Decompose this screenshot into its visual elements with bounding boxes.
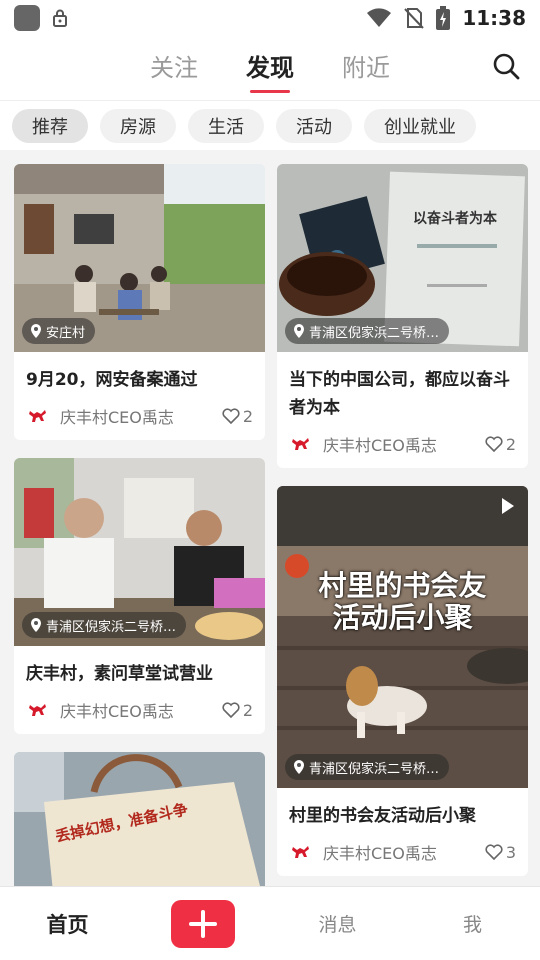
post-card[interactable]: 安庄村 9月20，网安备案通过 庆丰村CEO禹志 2 bbox=[14, 164, 265, 440]
location-tag: 青浦区倪家浜二号桥… bbox=[22, 612, 187, 638]
chip-housing[interactable]: 房源 bbox=[100, 108, 176, 143]
status-bar: 11:38 bbox=[0, 0, 540, 36]
search-icon[interactable] bbox=[492, 52, 520, 80]
plus-icon[interactable] bbox=[170, 899, 235, 948]
chip-recommended[interactable]: 推荐 bbox=[12, 108, 88, 143]
like-count-value: 2 bbox=[242, 406, 253, 426]
author-ant-icon bbox=[292, 438, 309, 450]
post-title: 9月20，网安备案通过 bbox=[26, 370, 198, 390]
location-pin-icon bbox=[294, 324, 304, 338]
post-card[interactable]: 村里的书会友 活动后小聚 青浦区倪家浜二号桥… 村里的书会友活动后小聚 庆丰村C… bbox=[277, 486, 528, 876]
no-sim-icon bbox=[404, 8, 425, 29]
nav-me[interactable]: 我 bbox=[405, 910, 540, 937]
location-tag: 安庄村 bbox=[22, 318, 96, 344]
tab-discover[interactable]: 发现 bbox=[246, 48, 294, 93]
post-meta: 庆丰村CEO禹志 2 bbox=[277, 422, 528, 468]
chip-jobs[interactable]: 创业就业 bbox=[364, 108, 476, 143]
author-name[interactable]: 庆丰村CEO禹志 bbox=[323, 840, 485, 864]
feed[interactable]: 安庄村 9月20，网安备案通过 庆丰村CEO禹志 2 以奋斗者为本 青浦区倪家浜… bbox=[0, 150, 540, 886]
app-notification-icon bbox=[14, 5, 40, 31]
author-ant-icon bbox=[29, 410, 46, 422]
wifi-icon bbox=[367, 8, 392, 27]
chip-events[interactable]: 活动 bbox=[276, 108, 352, 143]
heart-icon bbox=[222, 702, 240, 718]
nav-home[interactable]: 首页 bbox=[0, 909, 135, 939]
post-image: 安庄村 bbox=[14, 164, 265, 352]
heart-icon bbox=[485, 844, 503, 860]
location-label: 青浦区倪家浜二号桥… bbox=[46, 619, 177, 635]
post-meta: 庆丰村CEO禹志 2 bbox=[14, 688, 265, 734]
post-meta: 庆丰村CEO禹志 2 bbox=[14, 394, 265, 440]
like-count-value: 3 bbox=[505, 842, 516, 862]
like-count[interactable]: 2 bbox=[485, 435, 516, 454]
video-overlay-title-line1: 村里的书会友 bbox=[318, 569, 487, 602]
video-overlay-title-line2: 活动后小聚 bbox=[332, 601, 473, 634]
nav-create[interactable] bbox=[135, 899, 270, 948]
location-tag: 青浦区倪家浜二号桥… bbox=[285, 318, 450, 344]
post-image: 以奋斗者为本 青浦区倪家浜二号桥… bbox=[277, 164, 528, 352]
lock-icon bbox=[53, 9, 67, 27]
heart-icon bbox=[222, 408, 240, 424]
author-name[interactable]: 庆丰村CEO禹志 bbox=[323, 432, 485, 456]
post-title: 当下的中国公司，都应以奋斗者为本 bbox=[289, 370, 510, 418]
book-title-text: 以奋斗者为本 bbox=[413, 211, 497, 227]
post-image: 青浦区倪家浜二号桥… bbox=[14, 458, 265, 646]
post-title: 庆丰村，素问草堂试营业 bbox=[26, 664, 213, 684]
top-tabs: 关注 发现 附近 bbox=[0, 48, 540, 93]
location-pin-icon bbox=[31, 324, 41, 338]
video-play-icon bbox=[502, 498, 514, 514]
status-time: 11:38 bbox=[462, 6, 526, 30]
post-title: 村里的书会友活动后小聚 bbox=[289, 806, 476, 826]
location-tag: 青浦区倪家浜二号桥… bbox=[285, 754, 450, 780]
heart-icon bbox=[485, 436, 503, 452]
post-video-thumbnail: 村里的书会友 活动后小聚 青浦区倪家浜二号桥… bbox=[277, 486, 528, 788]
battery-charging-icon bbox=[436, 6, 451, 30]
location-label: 青浦区倪家浜二号桥… bbox=[309, 761, 440, 777]
nav-messages[interactable]: 消息 bbox=[270, 910, 405, 937]
chip-life[interactable]: 生活 bbox=[188, 108, 264, 143]
post-card[interactable]: 丢掉幻想，准备斗争 bbox=[14, 752, 265, 886]
author-name[interactable]: 庆丰村CEO禹志 bbox=[60, 404, 222, 428]
location-pin-icon bbox=[31, 618, 41, 632]
like-count[interactable]: 2 bbox=[222, 407, 253, 426]
author-name[interactable]: 庆丰村CEO禹志 bbox=[60, 698, 222, 722]
bottom-nav: 首页 消息 我 bbox=[0, 886, 540, 960]
author-ant-icon bbox=[292, 846, 309, 858]
location-label: 安庄村 bbox=[46, 325, 86, 341]
top-nav: 关注 发现 附近 bbox=[0, 36, 540, 100]
like-count[interactable]: 2 bbox=[222, 701, 253, 720]
tab-nearby[interactable]: 附近 bbox=[342, 48, 390, 83]
location-pin-icon bbox=[294, 760, 304, 774]
tab-following[interactable]: 关注 bbox=[150, 48, 198, 83]
category-chips: 推荐 房源 生活 活动 创业就业 bbox=[0, 100, 540, 150]
post-card[interactable]: 青浦区倪家浜二号桥… 庆丰村，素问草堂试营业 庆丰村CEO禹志 2 bbox=[14, 458, 265, 734]
like-count-value: 2 bbox=[242, 700, 253, 720]
post-meta: 庆丰村CEO禹志 3 bbox=[277, 830, 528, 876]
like-count-value: 2 bbox=[505, 434, 516, 454]
like-count[interactable]: 3 bbox=[485, 843, 516, 862]
location-label: 青浦区倪家浜二号桥… bbox=[309, 325, 440, 341]
post-image: 丢掉幻想，准备斗争 bbox=[14, 752, 265, 886]
author-ant-icon bbox=[29, 704, 46, 716]
post-card[interactable]: 以奋斗者为本 青浦区倪家浜二号桥… 当下的中国公司，都应以奋斗者为本 庆丰村CE… bbox=[277, 164, 528, 468]
